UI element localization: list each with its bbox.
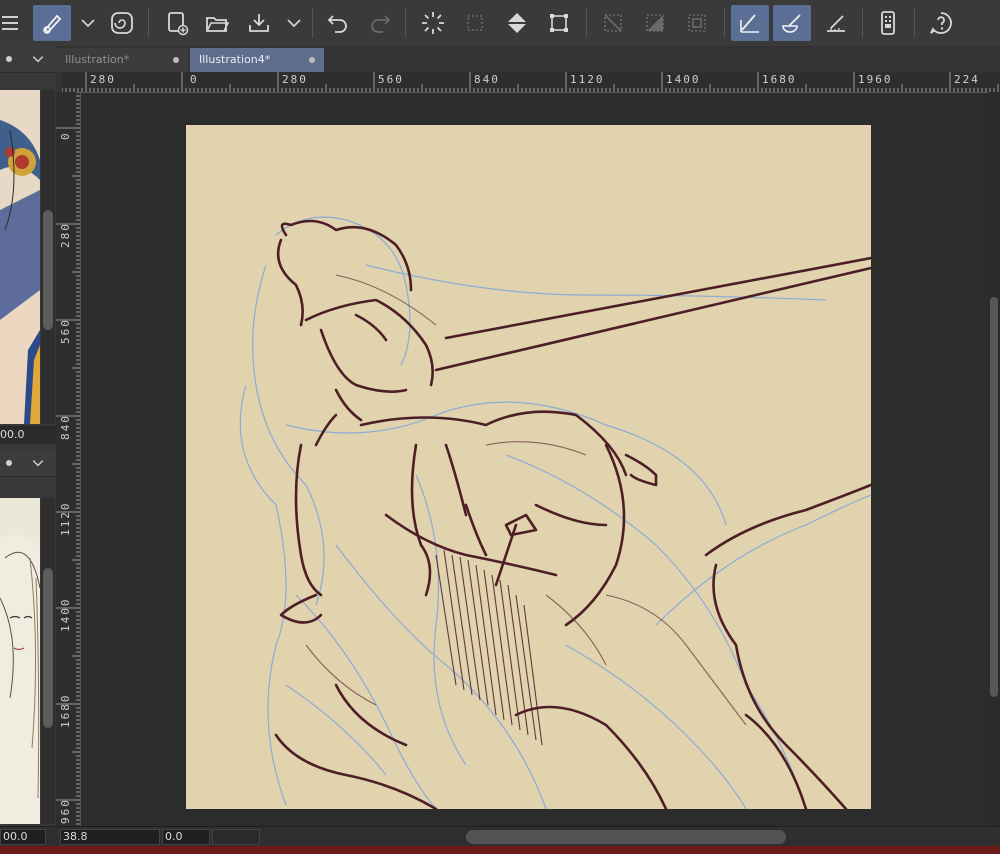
left-panel: 00.0 — [0, 46, 56, 854]
window-bottom-edge — [0, 846, 1000, 854]
ruler-label: 840 — [474, 73, 500, 86]
invert-selection-icon[interactable] — [636, 5, 674, 41]
horizontal-scrollbar[interactable] — [466, 830, 786, 844]
ruler-snap-icon[interactable] — [817, 5, 855, 41]
ruler-label: 560 — [378, 73, 404, 86]
tab-label: Illustration* — [65, 53, 130, 66]
chevron-down-icon[interactable] — [284, 5, 304, 41]
tab-label: Illustration4* — [199, 53, 271, 66]
redo-icon[interactable] — [361, 5, 399, 41]
navigator-scrollbar-2[interactable] — [41, 498, 55, 824]
left-panel-header — [0, 46, 56, 73]
navigator-scrollbar[interactable] — [41, 90, 55, 424]
open-folder-icon[interactable] — [198, 5, 236, 41]
sketch-artwork — [239, 216, 871, 809]
left-panel-header-2 — [0, 450, 56, 477]
zoom-field[interactable]: 38.8 — [60, 829, 160, 845]
pen-tool-icon[interactable] — [33, 5, 71, 41]
status-bar: 00.0 38.8 0.0 — [0, 826, 1000, 847]
panel-dot-icon — [6, 56, 12, 62]
tab-illustration[interactable]: Illustration* — [56, 48, 188, 72]
chevron-down-icon[interactable] — [78, 5, 98, 41]
dark-sketch-lines — [274, 219, 871, 809]
device-icon[interactable] — [869, 5, 907, 41]
document-tabs: Illustration* Illustration4* — [56, 46, 1000, 73]
ruler-label: 1400 — [666, 73, 701, 86]
main-toolbar — [0, 0, 1000, 47]
navigator-thumbnail-bottom[interactable] — [0, 498, 40, 824]
ruler-label: 280 — [90, 73, 116, 86]
soft-lines — [305, 274, 747, 726]
tab-illustration4[interactable]: Illustration4* — [190, 48, 324, 72]
menu-icon[interactable] — [0, 5, 20, 41]
ruler-label: 1960 — [858, 73, 893, 86]
new-canvas-icon[interactable] — [158, 5, 196, 41]
save-icon[interactable] — [240, 5, 278, 41]
hatching — [435, 549, 543, 746]
selection-icon[interactable] — [456, 5, 494, 41]
transform-icon[interactable] — [540, 5, 578, 41]
navigator-zoom-field[interactable]: 00.0 — [0, 829, 46, 845]
ruler-label: 0 — [190, 73, 199, 86]
spiral-icon[interactable] — [103, 5, 141, 41]
help-icon[interactable] — [922, 5, 960, 41]
tab-unsaved-dot-icon[interactable] — [309, 57, 315, 63]
vertical-scrollbar[interactable] — [988, 92, 1000, 826]
navigator-thumbnail-top[interactable] — [0, 90, 40, 424]
loading-spinner-icon[interactable] — [414, 5, 452, 41]
ruler-label: 280 — [59, 222, 72, 248]
ruler-label: 224 — [954, 73, 980, 86]
drawing-canvas[interactable] — [186, 125, 871, 809]
chevron-down-icon[interactable] — [30, 455, 46, 471]
clear-selection-icon[interactable] — [594, 5, 632, 41]
status-extra-field[interactable] — [212, 829, 260, 845]
ruler-label: 1120 — [570, 73, 605, 86]
scrollbar-thumb[interactable] — [990, 297, 998, 697]
fill-icon[interactable] — [498, 5, 536, 41]
ruler-label: 840 — [59, 414, 72, 440]
ruler-label: 1680 — [59, 693, 72, 729]
ruler-label: 1680 — [762, 73, 797, 86]
ruler-label: 1120 — [59, 501, 72, 537]
chevron-down-icon[interactable] — [30, 51, 46, 67]
pen-pressure-icon[interactable] — [731, 5, 769, 41]
ruler-label: 1400 — [59, 597, 72, 633]
horizontal-ruler[interactable]: 280 0 280 560 840 1120 1400 1680 1960 22… — [62, 72, 1000, 93]
ruler-label: 0 — [59, 131, 72, 140]
navigator-value-field[interactable]: 00.0 — [0, 426, 56, 444]
crop-selection-icon[interactable] — [678, 5, 716, 41]
brush-icon[interactable] — [773, 5, 811, 41]
rotation-field[interactable]: 0.0 — [162, 829, 210, 845]
ruler-label: 960 — [59, 798, 72, 824]
panel-dot-icon — [6, 460, 12, 466]
undo-icon[interactable] — [319, 5, 357, 41]
tab-unsaved-dot-icon[interactable] — [173, 57, 179, 63]
ruler-label: 560 — [59, 318, 72, 344]
vertical-ruler[interactable]: 0 280 560 840 1120 1400 1680 960 — [56, 92, 81, 826]
ruler-label: 280 — [282, 73, 308, 86]
